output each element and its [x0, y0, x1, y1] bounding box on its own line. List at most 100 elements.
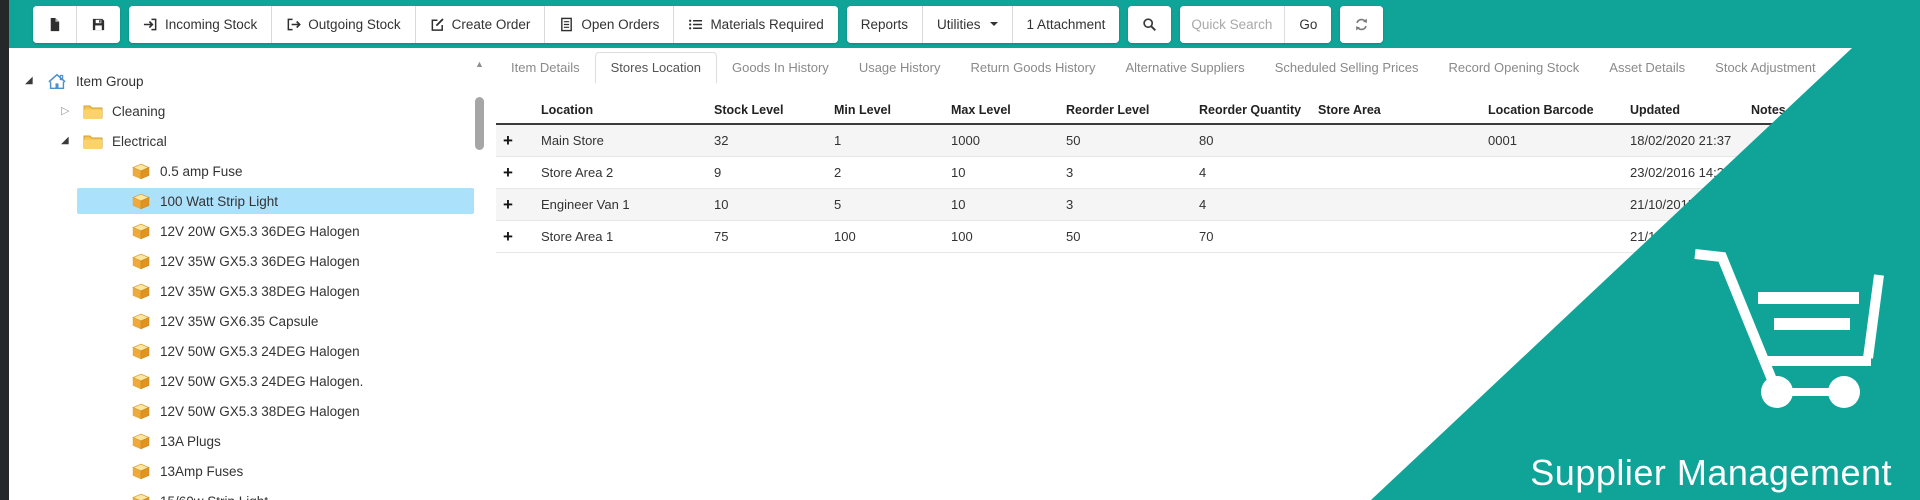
tree-item-selected[interactable]: 100 Watt Strip Light — [9, 186, 490, 216]
tab-usage-history[interactable]: Usage History — [844, 53, 956, 83]
expand-row-plus-icon[interactable]: + — [496, 228, 541, 245]
tab-scheduled-selling-prices[interactable]: Scheduled Selling Prices — [1260, 53, 1434, 83]
shopping-cart-icon — [1688, 242, 1885, 410]
button-label: Outgoing Stock — [308, 16, 401, 32]
table-cell: 75 — [714, 229, 729, 244]
package-icon — [131, 493, 151, 500]
tree-item-partial[interactable]: 15/60w Strip Light — [9, 486, 490, 500]
tree-item-label: 12V 50W GX5.3 24DEG Halogen. — [160, 373, 364, 389]
quick-search-group: Go — [1180, 5, 1332, 43]
stock-button-group: Incoming Stock Outgoing Stock Create Ord… — [129, 5, 838, 43]
tree-item-label: Electrical — [112, 133, 167, 149]
go-button[interactable]: Go — [1284, 5, 1332, 43]
quick-search-input[interactable] — [1180, 5, 1285, 43]
reports-button[interactable]: Reports — [846, 5, 924, 43]
package-icon — [131, 193, 151, 210]
expanded-caret-icon[interactable]: ◢ — [61, 136, 77, 146]
expand-row-plus-icon[interactable]: + — [496, 196, 541, 213]
create-order-button[interactable]: Create Order — [415, 5, 546, 43]
table-cell: Engineer Van 1 — [541, 197, 630, 212]
column-header: Stock Level — [714, 103, 784, 117]
tab-record-opening-stock[interactable]: Record Opening Stock — [1434, 53, 1595, 83]
tree-item-cleaning[interactable]: ▷ Cleaning — [9, 96, 490, 126]
table-cell: Store Area 1 — [541, 229, 614, 244]
materials-list-icon — [688, 17, 703, 32]
tree-scrollbar[interactable]: ▲ — [472, 56, 487, 492]
button-label: Utilities — [937, 16, 981, 32]
tab-stores-location[interactable]: Stores Location — [594, 52, 717, 83]
table-cell: 2 — [834, 165, 842, 180]
tab-goods-in-history[interactable]: Goods In History — [717, 53, 844, 83]
scrollbar-thumb[interactable] — [475, 97, 484, 150]
search-button[interactable] — [1128, 5, 1172, 43]
outgoing-stock-button[interactable]: Outgoing Stock — [272, 5, 416, 43]
detail-tabs: Item Details Stores Location Goods In Hi… — [496, 52, 1920, 83]
home-icon — [47, 73, 67, 90]
incoming-stock-button[interactable]: Incoming Stock — [129, 5, 273, 43]
package-icon — [131, 463, 151, 480]
tab-stock-adjustment[interactable]: Stock Adjustment — [1700, 53, 1830, 83]
table-cell: 10 — [714, 197, 729, 212]
table-row[interactable]: + Store Area 2 9 2 10 3 4 23/02/2016 14:… — [496, 157, 1920, 189]
package-icon — [131, 223, 151, 240]
expand-row-plus-icon[interactable]: + — [496, 132, 541, 149]
table-cell: Store Area 2 — [541, 165, 614, 180]
table-cell: 1 — [834, 133, 842, 148]
tree-item[interactable]: 12V 35W GX5.3 38DEG Halogen — [9, 276, 490, 306]
materials-required-button[interactable]: Materials Required — [674, 5, 838, 43]
column-header: Reorder Quantity — [1199, 103, 1302, 117]
scrollbar-up-arrow-icon[interactable]: ▲ — [472, 56, 487, 72]
table-cell: Main Store — [541, 133, 604, 148]
column-header: Updated — [1630, 103, 1680, 117]
tree-item[interactable]: 13Amp Fuses — [9, 456, 490, 486]
create-order-icon — [430, 17, 445, 32]
tree-item[interactable]: 12V 35W GX6.35 Capsule — [9, 306, 490, 336]
tree-item-label: 13Amp Fuses — [160, 463, 244, 479]
tree-item[interactable]: 12V 35W GX5.3 36DEG Halogen — [9, 246, 490, 276]
table-cell: 10 — [951, 165, 966, 180]
tab-alternative-suppliers[interactable]: Alternative Suppliers — [1110, 53, 1259, 83]
tree-item-label: 15/60w Strip Light — [160, 494, 268, 500]
tree-item-electrical[interactable]: ◢ Electrical — [9, 126, 490, 156]
open-orders-button[interactable]: Open Orders — [545, 5, 675, 43]
tree-item-label: 12V 50W GX5.3 38DEG Halogen — [160, 403, 360, 419]
table-cell: 3 — [1066, 197, 1074, 212]
expanded-caret-icon[interactable]: ◢ — [25, 76, 41, 86]
tree-item[interactable]: 12V 50W GX5.3 24DEG Halogen — [9, 336, 490, 366]
tree-item-label: Cleaning — [112, 103, 166, 119]
table-row[interactable]: + Main Store 32 1 1000 50 80 0001 18/02/… — [496, 125, 1920, 157]
tab-item-details[interactable]: Item Details — [496, 53, 595, 83]
search-button-group — [1128, 5, 1172, 43]
tree-item[interactable]: 13A Plugs — [9, 426, 490, 456]
new-button[interactable] — [33, 5, 77, 43]
refresh-button[interactable] — [1340, 5, 1384, 43]
tree-item-item-group[interactable]: ◢ Item Group — [9, 66, 490, 96]
table-cell: 100 — [834, 229, 856, 244]
table-cell: 70 — [1199, 229, 1214, 244]
tab-return-goods-history[interactable]: Return Goods History — [955, 53, 1110, 83]
file-button-group — [33, 5, 120, 43]
tree-item-label: 12V 35W GX5.3 38DEG Halogen — [160, 283, 360, 299]
tree-item[interactable]: 12V 20W GX5.3 36DEG Halogen — [9, 216, 490, 246]
table-cell: 50 — [1066, 133, 1081, 148]
table-cell: 80 — [1199, 133, 1214, 148]
table-cell: 100 — [951, 229, 973, 244]
collapsed-caret-icon[interactable]: ▷ — [61, 105, 77, 117]
tree-item[interactable]: 0.5 amp Fuse — [9, 156, 490, 186]
tab-asset-details[interactable]: Asset Details — [1594, 53, 1700, 83]
window-left-edge — [0, 0, 9, 500]
expand-row-plus-icon[interactable]: + — [496, 164, 541, 181]
tree-item-label: 12V 20W GX5.3 36DEG Halogen — [160, 223, 360, 239]
tree-item[interactable]: 12V 50W GX5.3 24DEG Halogen. — [9, 366, 490, 396]
open-orders-icon — [559, 17, 574, 32]
table-cell: 4 — [1199, 165, 1207, 180]
utilities-dropdown-button[interactable]: Utilities — [923, 5, 1013, 43]
save-button[interactable] — [77, 5, 120, 43]
button-label: Go — [1299, 16, 1318, 32]
tree-item[interactable]: 12V 50W GX5.3 38DEG Halogen — [9, 396, 490, 426]
table-cell: 50 — [1066, 229, 1081, 244]
attachment-button[interactable]: 1 Attachment — [1012, 5, 1120, 43]
table-cell: 0001 — [1488, 133, 1517, 148]
tree-item-label: 12V 35W GX5.3 36DEG Halogen — [160, 253, 360, 269]
column-header: Store Area — [1318, 103, 1381, 117]
